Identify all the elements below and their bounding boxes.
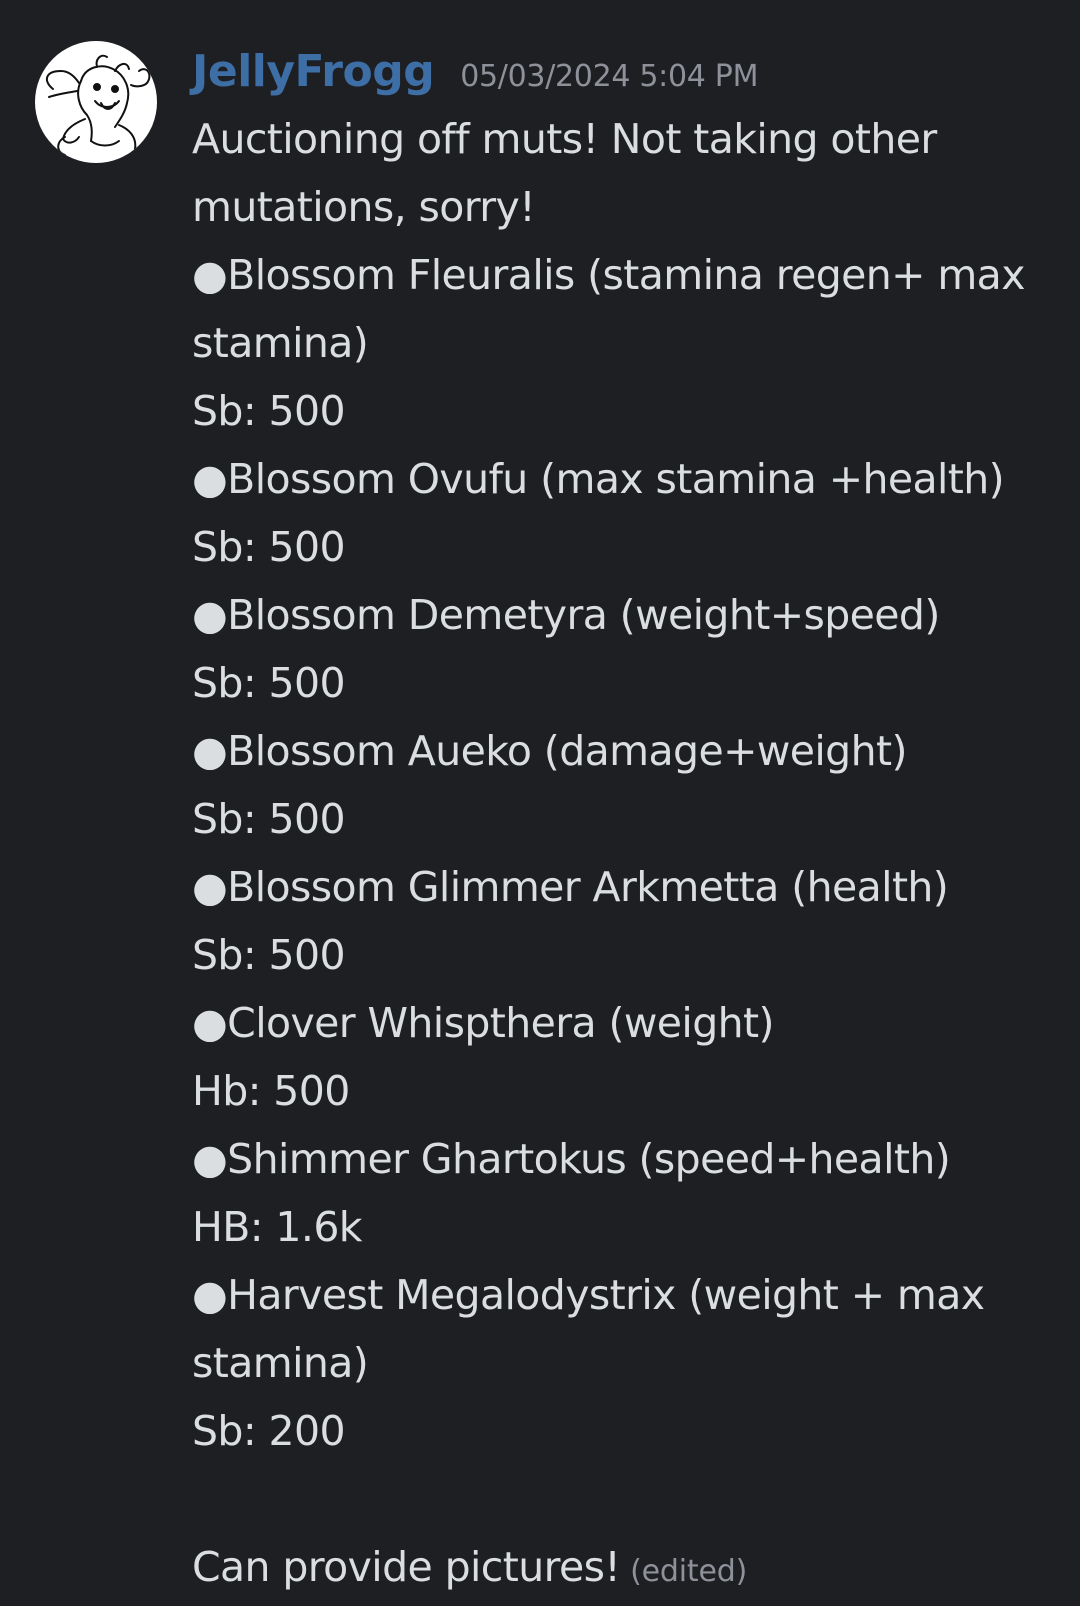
chat-message: JellyFrogg 05/03/2024 5:04 PM Auctioning… [0, 0, 1080, 1604]
message-line: Sb: 500 [192, 387, 346, 435]
message-line: ●Harvest Megalodystrix (weight + max [192, 1271, 985, 1319]
message-line: ●Blossom Glimmer Arkmetta (health) [192, 863, 949, 911]
message-line: Sb: 200 [192, 1407, 346, 1455]
message-line: ●Blossom Ovufu (max stamina +health) [192, 455, 1005, 503]
message-line: Sb: 500 [192, 931, 346, 979]
message-line: ●Shimmer Ghartokus (speed+health) [192, 1135, 951, 1183]
message-content: Auctioning off muts! Not taking other mu… [192, 105, 1072, 1601]
message-line: stamina) [192, 1339, 369, 1387]
message-line: Auctioning off muts! Not taking other [192, 115, 937, 163]
message-line: Sb: 500 [192, 523, 346, 571]
avatar[interactable] [35, 41, 157, 163]
edited-indicator: (edited) [630, 1554, 748, 1589]
message-line: ●Clover Whispthera (weight) [192, 999, 774, 1047]
message-last-line: Can provide pictures! (edited) [192, 1533, 1072, 1601]
message-line: stamina) [192, 319, 369, 367]
message-line: ●Blossom Aueko (damage+weight) [192, 727, 907, 775]
message-line: HB: 1.6k [192, 1203, 363, 1251]
message-line: Hb: 500 [192, 1067, 350, 1115]
avatar-sketch-icon [45, 54, 152, 156]
message-line: ●Blossom Fleuralis (stamina regen+ max [192, 251, 1025, 299]
username[interactable]: JellyFrogg [192, 46, 435, 97]
timestamp: 05/03/2024 5:04 PM [460, 59, 759, 94]
message-header: JellyFrogg 05/03/2024 5:04 PM [192, 46, 758, 106]
message-line: Can provide pictures! [192, 1543, 621, 1591]
message-line: mutations, sorry! [192, 183, 536, 231]
message-line: Sb: 500 [192, 795, 346, 843]
message-line: Sb: 500 [192, 659, 346, 707]
message-line: ●Blossom Demetyra (weight+speed) [192, 591, 940, 639]
